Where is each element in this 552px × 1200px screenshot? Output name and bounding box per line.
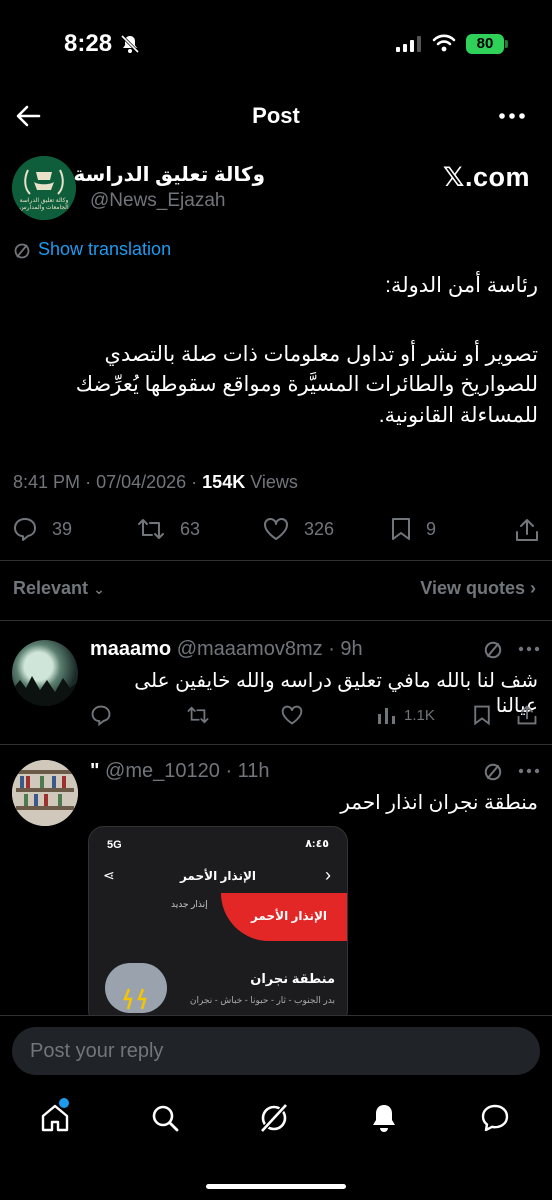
divider bbox=[0, 560, 552, 561]
reply-author-handle[interactable]: @me_10120 bbox=[105, 760, 220, 782]
like-action[interactable]: 326 bbox=[262, 516, 334, 542]
reply-text: شف لنا بالله مافي تعليق دراسه والله خايف… bbox=[134, 670, 538, 717]
repost-icon bbox=[138, 519, 164, 539]
repost-icon[interactable] bbox=[186, 704, 210, 726]
grok-icon bbox=[260, 1103, 288, 1133]
wifi-icon bbox=[432, 34, 456, 52]
more-options-icon[interactable] bbox=[498, 112, 526, 120]
share-icon[interactable] bbox=[514, 517, 540, 543]
reply-views[interactable]: 1.1K bbox=[376, 704, 435, 726]
source-badge: 𝕏.com bbox=[442, 162, 530, 192]
tab-search[interactable] bbox=[145, 1098, 185, 1138]
bookmark-action[interactable]: 9 bbox=[390, 516, 436, 542]
notification-dot bbox=[59, 1098, 69, 1108]
repost-count: 63 bbox=[180, 518, 201, 539]
view-quotes-label: View quotes bbox=[420, 578, 525, 598]
storm-cloud-icon bbox=[105, 963, 167, 1013]
reply-header: " @me_10120 · 11h bbox=[90, 760, 270, 782]
reply-avatar[interactable] bbox=[12, 640, 78, 706]
bookmark-icon bbox=[392, 518, 410, 540]
more-options-icon[interactable] bbox=[518, 646, 540, 652]
page-title: Post bbox=[252, 103, 300, 128]
chat-bubble-icon bbox=[481, 1104, 509, 1132]
post-date: 07/04/2026 bbox=[96, 472, 187, 492]
reply-avatar[interactable] bbox=[12, 760, 78, 826]
status-time: 8:28 bbox=[64, 30, 113, 57]
chevron-right-icon: › bbox=[530, 578, 536, 598]
tab-grok[interactable] bbox=[254, 1098, 294, 1138]
search-icon bbox=[152, 1105, 179, 1132]
reply-views-count: 1.1K bbox=[404, 706, 435, 724]
bell-muted-icon bbox=[120, 34, 140, 54]
image-status-bar: 5G ٨:٤٥ bbox=[89, 827, 347, 861]
post-text-line-2: تصوير أو نشر أو تداول معلومات ذات صلة با… bbox=[104, 343, 538, 366]
image-clock: ٨:٤٥ bbox=[305, 838, 329, 850]
reply-age: 9h bbox=[340, 638, 363, 660]
reply-icon bbox=[14, 518, 36, 541]
heart-icon bbox=[264, 518, 288, 540]
share-icon[interactable] bbox=[516, 704, 538, 726]
bookshelf-image bbox=[12, 760, 78, 826]
tab-messages[interactable] bbox=[475, 1098, 515, 1138]
reply-count: 39 bbox=[52, 518, 73, 539]
like-count: 326 bbox=[304, 518, 335, 539]
chevron-down-icon: ⌄ bbox=[93, 581, 105, 597]
heart-icon[interactable] bbox=[280, 704, 304, 726]
chevron-right-icon: › bbox=[325, 865, 331, 885]
tab-home[interactable] bbox=[35, 1098, 75, 1138]
more-options-icon[interactable] bbox=[518, 768, 540, 774]
reply-author-name[interactable]: " bbox=[90, 760, 99, 782]
views-label[interactable]: Views bbox=[250, 472, 298, 492]
sort-relevant-label: Relevant bbox=[13, 578, 89, 598]
translate-icon[interactable] bbox=[483, 762, 503, 782]
author-name[interactable]: وكالة تعليق الدراسة bbox=[73, 162, 265, 187]
reply-age: 11h bbox=[237, 760, 270, 782]
post-text-line-3: للصواريخ والطائرات المسيَّرة ومواقع سقوط… bbox=[75, 373, 538, 396]
views-count: 154K bbox=[202, 472, 246, 492]
bookmark-icon[interactable] bbox=[472, 704, 492, 726]
post-text-line-4: للمساءلة القانونية. bbox=[378, 404, 538, 427]
image-title: الإنذار الأحمر bbox=[179, 869, 257, 883]
battery-indicator: 80 bbox=[466, 34, 504, 54]
post-metadata: 8:41 PM · 07/04/2026 · 154K Views bbox=[13, 472, 298, 492]
bookmark-count: 9 bbox=[426, 518, 437, 539]
reply-icon[interactable] bbox=[90, 704, 112, 726]
divider bbox=[0, 620, 552, 621]
reply-header: maaamo @maaamov8mz · 9h bbox=[90, 638, 363, 660]
home-indicator bbox=[206, 1184, 346, 1189]
reply-action[interactable]: 39 bbox=[12, 516, 72, 542]
post-text-line-1: رئاسة أمن الدولة: bbox=[385, 274, 538, 297]
show-translation-link[interactable]: Show translation bbox=[38, 239, 171, 260]
translate-icon[interactable] bbox=[483, 640, 503, 660]
reply-attached-image[interactable]: 5G ٨:٤٥ ⋖ الإنذار الأحمر › الإنذار الأحم… bbox=[88, 826, 348, 1026]
bell-icon bbox=[373, 1105, 395, 1132]
avatar-caption-1: وكالة تعليق الدراسة bbox=[19, 198, 69, 204]
repost-action[interactable]: 63 bbox=[136, 516, 200, 542]
divider bbox=[0, 744, 552, 745]
author-avatar[interactable]: وكالة تعليق الدراسة الجامعات والمدارس bbox=[12, 156, 76, 220]
reply-input[interactable]: Post your reply bbox=[12, 1027, 540, 1075]
view-quotes-button[interactable]: View quotes › bbox=[420, 578, 536, 599]
post-time: 8:41 PM bbox=[13, 472, 81, 492]
views-chart-icon bbox=[378, 708, 395, 724]
signal-icon bbox=[396, 36, 421, 52]
sort-relevant-button[interactable]: Relevant ⌄ bbox=[13, 578, 105, 599]
reply-text: منطقة نجران انذار احمر bbox=[340, 792, 538, 814]
battery-tip bbox=[505, 40, 508, 48]
image-cities-list: بدر الجنوب - ثار - حبونا - خباش - نجران bbox=[189, 995, 335, 1005]
tab-notifications[interactable] bbox=[364, 1098, 404, 1138]
moon-forest-image bbox=[12, 676, 78, 706]
reply-author-name[interactable]: maaamo bbox=[90, 638, 171, 660]
new-alert-label: إنذار جديد bbox=[171, 899, 208, 909]
reply-author-handle[interactable]: @maaamov8mz bbox=[177, 638, 323, 660]
translate-icon bbox=[14, 243, 30, 259]
red-alert-label: الإنذار الأحمر bbox=[250, 909, 328, 923]
image-network: 5G bbox=[107, 839, 122, 851]
image-region-name: منطقة نجران bbox=[250, 971, 335, 986]
author-handle[interactable]: @News_Ejazah bbox=[90, 190, 225, 212]
avatar-caption-2: الجامعات والمدارس bbox=[19, 205, 69, 211]
